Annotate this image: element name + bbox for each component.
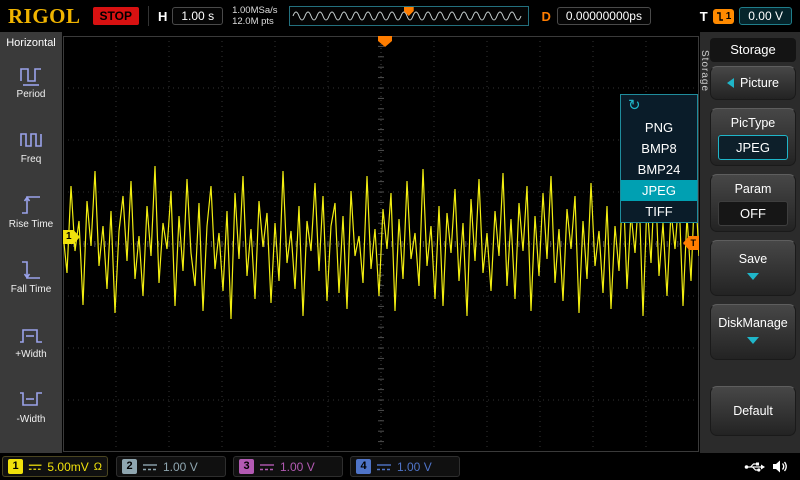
divider: [148, 6, 149, 26]
pictype-popup: ↻ PNG BMP8 BMP24 JPEG TIFF: [620, 94, 698, 223]
sidebar-item-rise-time[interactable]: Rise Time: [0, 188, 62, 250]
popup-item[interactable]: JPEG: [621, 180, 697, 201]
menu-side-label: Storage: [699, 50, 710, 92]
sidebar-item-period[interactable]: Period: [0, 58, 62, 120]
sidebar-item-freq[interactable]: Freq: [0, 123, 62, 185]
period-icon: [18, 63, 44, 87]
rise-time-icon: [18, 193, 44, 217]
trigger-slope-icon: [716, 11, 724, 22]
dc-coupling-icon: [142, 462, 158, 472]
popup-item[interactable]: BMP8: [621, 138, 697, 159]
dc-coupling-icon: [28, 462, 42, 472]
channel-1-scale: 5.00mV: [47, 460, 88, 474]
menu-title: Storage: [710, 38, 796, 62]
menu-button-default[interactable]: Default: [710, 386, 796, 436]
fall-time-icon: [18, 258, 44, 282]
channel-3-scale: 1.00 V: [280, 460, 315, 474]
acquisition-info: 1.00MSa/s 12.0M pts: [232, 5, 277, 27]
graticule-svg: [63, 36, 699, 452]
trigger-level-value: 0.00 V: [739, 7, 792, 25]
menu-button-param[interactable]: Param OFF: [710, 174, 796, 232]
channel-4-block[interactable]: 4 1.00 V: [350, 456, 460, 477]
channel-1-block[interactable]: 1 5.00mV Ω: [2, 456, 108, 477]
popup-item[interactable]: PNG: [621, 117, 697, 138]
pictype-value: JPEG: [718, 135, 788, 160]
popup-item[interactable]: BMP24: [621, 159, 697, 180]
dc-coupling-icon: [259, 462, 275, 472]
trigger-status-group: T 1 0.00 V: [700, 7, 792, 25]
speaker-icon: [772, 459, 788, 474]
menu-button-picture[interactable]: Picture: [710, 66, 796, 100]
usb-icon: [744, 461, 766, 473]
sidebar-item-fall-time[interactable]: Fall Time: [0, 253, 62, 315]
memory-depth: 12.0M pts: [232, 16, 277, 27]
channel-1-tag: 1: [8, 459, 23, 474]
delay-value: 0.00000000ps: [557, 7, 651, 25]
dc-coupling-icon: [376, 462, 392, 472]
trigger-label: T: [700, 9, 708, 24]
param-value: OFF: [718, 201, 788, 226]
trigger-source-badge: 1: [713, 9, 735, 24]
run-state-badge: STOP: [93, 7, 139, 25]
channel-2-tag: 2: [122, 459, 137, 474]
channel-2-block[interactable]: 2 1.00 V: [116, 456, 226, 477]
bottom-channel-bar: 1 5.00mV Ω 2 1.00 V 3 1.00 V: [0, 453, 800, 480]
channel-1-extra-icon: Ω: [94, 461, 102, 473]
channel-4-tag: 4: [356, 459, 371, 474]
rotate-icon: ↻: [628, 96, 641, 116]
channel-3-block[interactable]: 3 1.00 V: [233, 456, 343, 477]
pos-width-icon: [18, 323, 44, 347]
channel-2-scale: 1.00 V: [163, 460, 198, 474]
top-status-bar: RIGOL STOP H 1.00 s 1.00MSa/s 12.0M pts …: [0, 0, 800, 32]
chevron-left-icon: [727, 78, 734, 88]
sidebar-item-pos-width[interactable]: +Width: [0, 318, 62, 380]
channel-3-tag: 3: [239, 459, 254, 474]
sidebar-item-neg-width[interactable]: -Width: [0, 383, 62, 445]
menu-button-diskmanage[interactable]: DiskManage: [710, 304, 796, 360]
timebase-value: 1.00 s: [172, 7, 223, 25]
left-measure-sidebar: Horizontal Period Freq Rise Time Fall Ti…: [0, 32, 62, 453]
sample-rate: 1.00MSa/s: [232, 5, 277, 16]
chevron-down-icon: [747, 337, 759, 344]
menu-button-pictype[interactable]: PicType JPEG: [710, 108, 796, 166]
horizontal-label: H: [158, 9, 167, 24]
sidebar-title: Horizontal: [0, 32, 62, 49]
oscilloscope-screen: RIGOL STOP H 1.00 s 1.00MSa/s 12.0M pts …: [0, 0, 800, 480]
neg-width-icon: [18, 388, 44, 412]
trigger-source-number: 1: [726, 11, 732, 22]
freq-icon: [18, 128, 44, 152]
storage-menu-panel: Storage Storage Picture PicType JPEG Par…: [700, 32, 800, 453]
rigol-logo: RIGOL: [8, 4, 81, 29]
waveform-preview-bar: [289, 6, 529, 26]
popup-item[interactable]: TIFF: [621, 201, 697, 222]
channel-4-scale: 1.00 V: [397, 460, 432, 474]
delay-label: D: [542, 9, 551, 24]
chevron-down-icon: [747, 273, 759, 280]
popup-header: ↻: [621, 95, 697, 117]
menu-button-save[interactable]: Save: [710, 240, 796, 296]
graticule-area: 1 T: [62, 32, 700, 453]
